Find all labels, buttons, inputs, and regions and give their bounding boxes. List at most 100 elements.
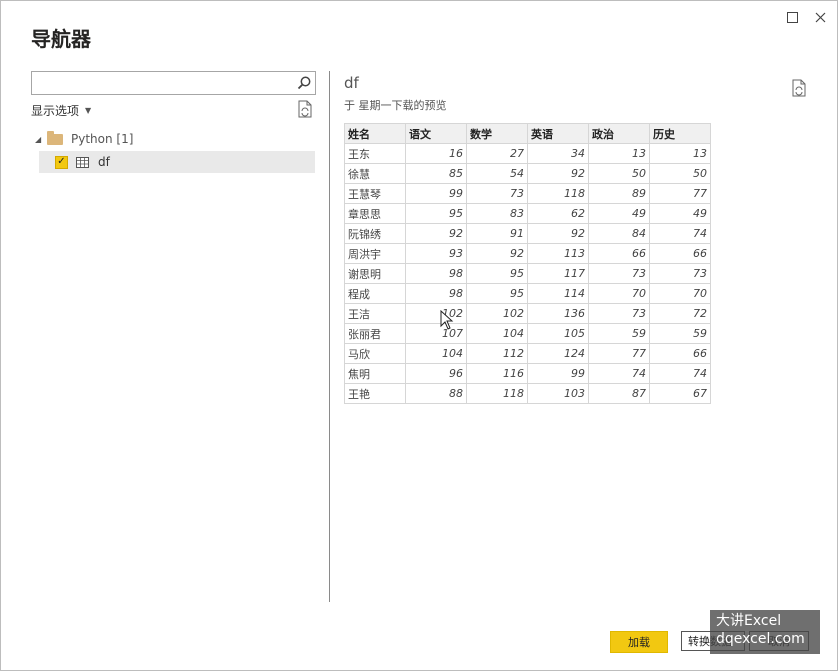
table-row: 徐慧 85 54 92 50 50 [344, 163, 711, 184]
preview-table: 姓名 语文 数学 英语 政治 历史 王东 16 27 34 13 13 徐慧 85 54 92 50 50 王慧琴… [344, 123, 711, 404]
score-cell: 102 [405, 303, 467, 324]
tree-node-python-label: Python [1] [71, 132, 134, 146]
score-cell: 113 [527, 243, 589, 264]
score-cell: 66 [649, 243, 711, 264]
score-cell: 91 [466, 223, 528, 244]
score-cell: 88 [405, 383, 467, 404]
pane-divider[interactable] [329, 71, 330, 602]
watermark-line2: dqexcel.com [716, 631, 805, 647]
score-cell: 99 [405, 183, 467, 204]
tree-item-df-label: df [98, 155, 110, 169]
column-header[interactable]: 英语 [527, 123, 589, 144]
score-cell: 16 [405, 143, 467, 164]
collapse-arrow-icon[interactable]: ◢ [35, 135, 47, 144]
search-icon[interactable] [296, 75, 312, 91]
name-cell: 王洁 [344, 303, 406, 324]
name-cell: 谢思明 [344, 263, 406, 284]
score-cell: 136 [527, 303, 589, 324]
preview-subtitle: 于 星期一下载的预览 [344, 99, 447, 112]
watermark: 大讲Excel dqexcel.com [710, 610, 820, 654]
score-cell: 70 [588, 283, 650, 304]
score-cell: 73 [649, 263, 711, 284]
refresh-preview-icon[interactable] [791, 79, 807, 97]
score-cell: 62 [527, 203, 589, 224]
close-icon[interactable] [809, 7, 831, 27]
name-cell: 焦明 [344, 363, 406, 384]
score-cell: 95 [405, 203, 467, 224]
score-cell: 74 [588, 363, 650, 384]
folder-icon [47, 130, 63, 145]
mouse-cursor-icon [440, 309, 454, 330]
score-cell: 116 [466, 363, 528, 384]
tree-item-df[interactable]: ✓ df [39, 151, 315, 173]
maximize-icon[interactable] [781, 7, 803, 27]
name-cell: 马欣 [344, 343, 406, 364]
score-cell: 105 [527, 323, 589, 344]
refresh-icon[interactable] [297, 100, 313, 118]
search-input[interactable] [31, 71, 316, 95]
score-cell: 73 [588, 263, 650, 284]
column-header[interactable]: 数学 [466, 123, 528, 144]
score-cell: 49 [649, 203, 711, 224]
score-cell: 84 [588, 223, 650, 244]
score-cell: 73 [588, 303, 650, 324]
name-cell: 章思思 [344, 203, 406, 224]
score-cell: 95 [466, 283, 528, 304]
name-cell: 王艳 [344, 383, 406, 404]
load-button[interactable]: 加载 [610, 631, 668, 653]
score-cell: 98 [405, 263, 467, 284]
score-cell: 13 [588, 143, 650, 164]
chevron-down-icon: ▼ [85, 106, 92, 115]
score-cell: 89 [588, 183, 650, 204]
score-cell: 27 [466, 143, 528, 164]
name-cell: 王慧琴 [344, 183, 406, 204]
name-cell: 张丽君 [344, 323, 406, 344]
navigator-window: 导航器 显示选项 ▼ ◢ Python [1] ✓ df df 于 星期一下载的… [0, 0, 838, 671]
score-cell: 50 [649, 163, 711, 184]
score-cell: 95 [466, 263, 528, 284]
score-cell: 112 [466, 343, 528, 364]
column-header[interactable]: 历史 [649, 123, 711, 144]
score-cell: 74 [649, 363, 711, 384]
column-header[interactable]: 姓名 [344, 123, 406, 144]
score-cell: 102 [466, 303, 528, 324]
table-icon [76, 156, 89, 168]
score-cell: 54 [466, 163, 528, 184]
table-row: 王东 16 27 34 13 13 [344, 143, 711, 164]
name-cell: 程成 [344, 283, 406, 304]
score-cell: 124 [527, 343, 589, 364]
table-row: 谢思明 98 95 117 73 73 [344, 263, 711, 284]
table-row: 王艳 88 118 103 87 67 [344, 383, 711, 404]
score-cell: 104 [466, 323, 528, 344]
display-options-dropdown[interactable]: 显示选项 ▼ [31, 102, 91, 119]
table-row: 张丽君 107 104 105 59 59 [344, 323, 711, 344]
name-cell: 周洪宇 [344, 243, 406, 264]
column-header[interactable]: 政治 [588, 123, 650, 144]
score-cell: 59 [649, 323, 711, 344]
score-cell: 92 [405, 223, 467, 244]
name-cell: 徐慧 [344, 163, 406, 184]
score-cell: 77 [588, 343, 650, 364]
score-cell: 34 [527, 143, 589, 164]
score-cell: 107 [405, 323, 467, 344]
score-cell: 103 [527, 383, 589, 404]
score-cell: 67 [649, 383, 711, 404]
window-title: 导航器 [31, 27, 91, 51]
tree-node-python[interactable]: ◢ Python [1] [35, 130, 134, 147]
name-cell: 王东 [344, 143, 406, 164]
df-checkbox[interactable]: ✓ [55, 155, 68, 169]
score-cell: 59 [588, 323, 650, 344]
column-header[interactable]: 语文 [405, 123, 467, 144]
score-cell: 118 [466, 383, 528, 404]
score-cell: 98 [405, 283, 467, 304]
score-cell: 118 [527, 183, 589, 204]
table-row: 阮锦绣 92 91 92 84 74 [344, 223, 711, 244]
score-cell: 93 [405, 243, 467, 264]
name-cell: 阮锦绣 [344, 223, 406, 244]
table-row: 章思思 95 83 62 49 49 [344, 203, 711, 224]
score-cell: 83 [466, 203, 528, 224]
score-cell: 70 [649, 283, 711, 304]
table-header-row: 姓名 语文 数学 英语 政治 历史 [344, 123, 711, 144]
table-row: 焦明 96 116 99 74 74 [344, 363, 711, 384]
score-cell: 66 [588, 243, 650, 264]
